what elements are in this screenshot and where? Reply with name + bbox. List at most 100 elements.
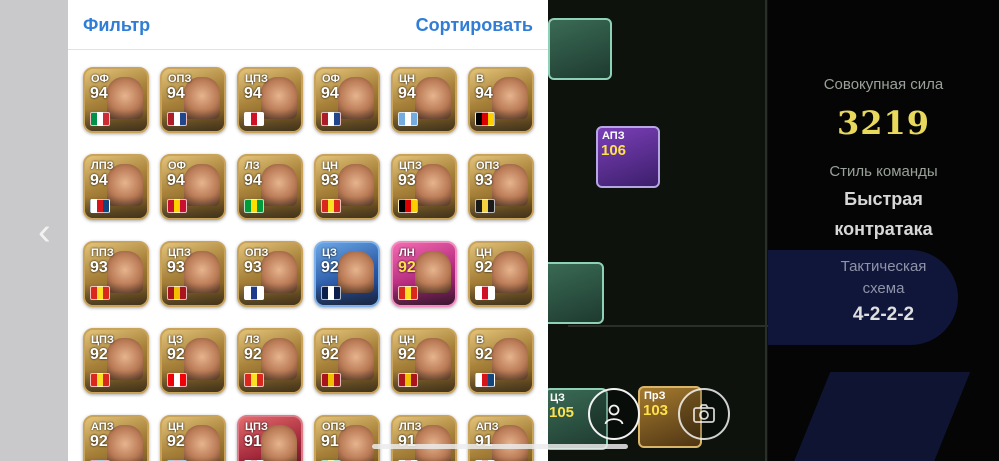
player-card[interactable]: ЦПЗ 93 [160, 241, 226, 307]
player-position: ЦЗ [168, 334, 183, 346]
player-position: В [476, 73, 484, 85]
player-card[interactable]: ЦН 92 [391, 328, 457, 394]
player-position: ЛПЗ [91, 160, 114, 172]
team-style-line: Быстрая [844, 189, 923, 209]
team-style-value: Быстрая контратака [768, 184, 999, 244]
nationality-flag-icon [321, 112, 341, 126]
player-card[interactable]: ЦН 92 [160, 415, 226, 461]
player-position: ОФ [168, 160, 186, 172]
player-position: ЦН [399, 73, 415, 85]
team-style-label: Стиль команды [829, 163, 938, 180]
player-position: ЦПЗ [245, 73, 268, 85]
player-card[interactable]: ОФ 94 [83, 67, 149, 133]
player-card[interactable]: ЦН 93 [314, 154, 380, 220]
player-card[interactable]: ОПЗ 93 [237, 241, 303, 307]
player-position: ЦН [399, 334, 415, 346]
player-card[interactable]: ЛЗ 92 [237, 328, 303, 394]
player-card[interactable]: ППЗ 93 [83, 241, 149, 307]
player-position: АПЗ [476, 421, 499, 433]
player-card[interactable]: ОПЗ 93 [468, 154, 534, 220]
player-card[interactable]: АПЗ 91 [468, 415, 534, 461]
pitch: АПЗ 106 ЦЗ 105 ПрЗ 103 [548, 0, 768, 461]
player-card[interactable]: ОПЗ 91 [314, 415, 380, 461]
player-card[interactable]: ЦЗ 92 [160, 328, 226, 394]
lineup-player-card[interactable] [548, 262, 604, 324]
player-card[interactable]: ЛН 92 [391, 241, 457, 307]
player-card[interactable]: ЦПЗ 93 [391, 154, 457, 220]
player-card[interactable]: ЦПЗ 94 [237, 67, 303, 133]
player-position: ОПЗ [476, 160, 500, 172]
panel-header: Фильтр Сортировать [68, 0, 548, 50]
tactics-label-line: Тактическая [840, 258, 927, 275]
player-position: АПЗ [602, 130, 625, 142]
player-rating: 94 [90, 172, 108, 189]
player-position: ЛЗ [245, 334, 260, 346]
person-icon [604, 404, 624, 425]
nationality-flag-icon [90, 286, 110, 300]
team-power-label: Совокупная сила [823, 76, 944, 93]
player-rating: 93 [398, 172, 416, 189]
player-position: ОФ [322, 73, 340, 85]
player-rating: 93 [90, 259, 108, 276]
player-rating: 94 [90, 85, 108, 102]
profile-button[interactable] [588, 388, 640, 440]
player-card[interactable]: ЦЗ 92 [314, 241, 380, 307]
player-card[interactable]: В 94 [468, 67, 534, 133]
player-card[interactable]: В 92 [468, 328, 534, 394]
camera-button[interactable] [678, 388, 730, 440]
nationality-flag-icon [90, 112, 110, 126]
nationality-flag-icon [244, 286, 264, 300]
player-card[interactable]: ОПЗ 94 [160, 67, 226, 133]
player-rating: 93 [244, 259, 262, 276]
player-card[interactable]: ЛПЗ 91 [391, 415, 457, 461]
player-position: ЛЗ [245, 160, 260, 172]
nationality-flag-icon [475, 112, 495, 126]
nationality-flag-icon [244, 373, 264, 387]
player-rating: 93 [167, 259, 185, 276]
lineup-player-card[interactable]: АПЗ 106 [596, 126, 660, 188]
lineup-player-card[interactable] [548, 18, 612, 80]
player-card[interactable]: ЦПЗ 91 [237, 415, 303, 461]
nationality-flag-icon [475, 286, 495, 300]
player-portrait [184, 425, 220, 461]
player-rating: 94 [321, 85, 339, 102]
player-card[interactable]: ОФ 94 [314, 67, 380, 133]
player-card[interactable]: АПЗ 92 [83, 415, 149, 461]
player-card[interactable]: ЛПЗ 94 [83, 154, 149, 220]
filter-button[interactable]: Фильтр [83, 15, 150, 36]
player-card[interactable]: ЦПЗ 92 [83, 328, 149, 394]
player-rating: 94 [475, 85, 493, 102]
nationality-flag-icon [90, 199, 110, 213]
player-position: ЦН [168, 421, 184, 433]
player-position: ЛН [399, 247, 415, 259]
player-position: ЦЗ [550, 392, 565, 404]
nationality-flag-icon [244, 199, 264, 213]
decorative-shape [785, 372, 971, 461]
nationality-flag-icon [398, 373, 418, 387]
player-position: ЦПЗ [245, 421, 268, 433]
tactics-value[interactable]: 4-2-2-2 [768, 304, 999, 326]
player-card[interactable]: ЦН 92 [468, 241, 534, 307]
player-rating: 92 [321, 259, 339, 276]
home-indicator[interactable] [372, 444, 628, 449]
player-card[interactable]: ЛЗ 94 [237, 154, 303, 220]
nationality-flag-icon [398, 199, 418, 213]
player-card[interactable]: ЦН 94 [391, 67, 457, 133]
player-rating: 92 [475, 259, 493, 276]
player-position: ППЗ [91, 247, 114, 259]
team-style-line: контратака [834, 219, 933, 239]
player-rating: 105 [549, 404, 575, 421]
player-card[interactable]: ОФ 94 [160, 154, 226, 220]
nationality-flag-icon [475, 199, 495, 213]
player-list-panel: Фильтр Сортировать ОФ 94 ОПЗ 94 ЦПЗ 94 ОФ 94 ЦН 9… [68, 0, 548, 461]
nationality-flag-icon [321, 199, 341, 213]
sort-button[interactable]: Сортировать [416, 15, 533, 36]
chevron-left-icon[interactable]: ‹ [38, 212, 68, 252]
pitch-line [765, 0, 767, 461]
player-rating: 94 [398, 85, 416, 102]
player-position: ЦН [476, 247, 492, 259]
player-card[interactable]: ЦН 92 [314, 328, 380, 394]
player-rating: 106 [601, 142, 627, 159]
nationality-flag-icon [321, 286, 341, 300]
player-rating: 94 [167, 85, 185, 102]
